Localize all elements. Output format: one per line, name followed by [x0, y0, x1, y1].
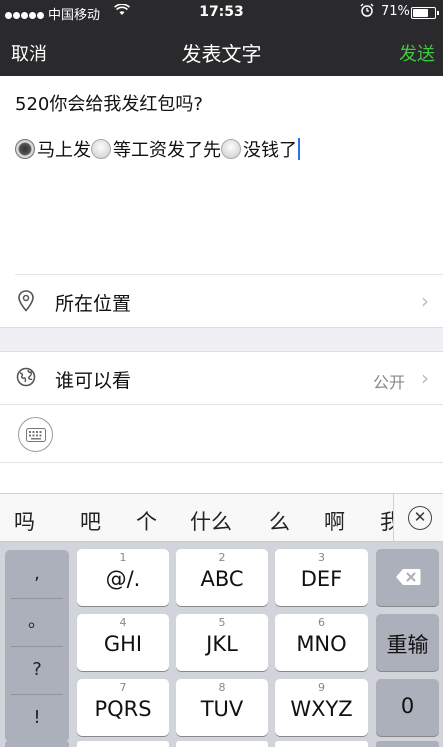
key-label: MNO	[296, 632, 347, 656]
key-label: 0	[400, 694, 415, 718]
punctuation-key[interactable]: ?	[5, 646, 69, 694]
key-label: PQRS	[94, 697, 152, 721]
option-text: 等工资发了先	[113, 140, 221, 161]
key-4[interactable]: 4 GHI	[77, 614, 169, 671]
candidate-word[interactable]: 个	[136, 506, 157, 536]
globe-icon	[16, 367, 36, 389]
candidate-bar: 吗 吧 个 什么 么 啊 我 ✕	[0, 493, 443, 543]
key-label: ABC	[200, 567, 244, 591]
key-number: 7	[119, 681, 127, 694]
key-6[interactable]: 6 MNO	[275, 614, 368, 671]
punctuation-key[interactable]: !	[5, 694, 69, 742]
battery-icon	[411, 7, 439, 19]
divider	[15, 274, 443, 275]
option-text: 没钱了	[243, 140, 297, 161]
key-8[interactable]: 8 TUV	[176, 679, 268, 736]
key-number: 2	[218, 551, 226, 564]
candidate-separator	[393, 494, 394, 543]
candidate-word[interactable]: 吧	[80, 506, 101, 536]
candidate-word[interactable]: 啊	[324, 506, 345, 536]
key-2[interactable]: 2 ABC	[176, 549, 268, 606]
key-number: 6	[318, 616, 325, 629]
punctuation-column: , 。 ? !	[5, 550, 69, 742]
key-number: 3	[318, 551, 325, 564]
candidate-word[interactable]: 吗	[14, 506, 35, 536]
post-text-input[interactable]: 520你会给我发红包吗? 马上发 等工资发了先 没钱了	[15, 90, 435, 162]
divider	[0, 462, 443, 463]
key-1[interactable]: 1 @/.	[77, 549, 169, 606]
alarm-clock-icon	[360, 3, 374, 21]
keyboard: , 。 ? ! 1 @/. 2 ABC 3 DEF 4 GHI 5 JKL 6 …	[0, 542, 443, 747]
keyboard-toggle-button[interactable]	[18, 417, 53, 452]
divider	[0, 404, 443, 405]
candidate-word[interactable]: 什么	[190, 506, 232, 536]
punctuation-key[interactable]: 。	[5, 598, 69, 646]
navigation-bar: 取消 发表文字 发送	[0, 26, 443, 76]
key-5[interactable]: 5 JKL	[176, 614, 268, 671]
clock: 17:53	[199, 4, 244, 20]
key-3[interactable]: 3 DEF	[275, 549, 368, 606]
radio-icon-selected	[15, 139, 35, 159]
key-7[interactable]: 7 PQRS	[77, 679, 169, 736]
section-gap	[0, 327, 443, 352]
visibility-label: 谁可以看	[55, 370, 132, 392]
location-row[interactable]: 所在位置 ›	[0, 276, 443, 326]
key-label: 重输	[386, 633, 429, 657]
text-cursor	[298, 138, 300, 160]
key-label: JKL	[206, 632, 238, 656]
visibility-value: 公开	[372, 373, 405, 392]
backspace-key[interactable]	[376, 549, 439, 606]
key-label: DEF	[300, 567, 343, 591]
options-line: 马上发 等工资发了先 没钱了	[15, 136, 435, 162]
radio-icon	[221, 139, 241, 159]
key-number: 9	[318, 681, 325, 694]
key-number: 5	[218, 616, 226, 629]
punctuation-key[interactable]: ,	[5, 550, 69, 598]
key-label: TUV	[200, 697, 244, 721]
backspace-icon	[396, 569, 421, 585]
candidate-word[interactable]: 我	[380, 506, 393, 536]
key-9[interactable]: 9 WXYZ	[275, 679, 368, 736]
retype-key[interactable]: 重输	[376, 614, 439, 671]
key-label: @/.	[105, 567, 141, 591]
battery-percent: 71%	[381, 4, 410, 19]
send-button[interactable]: 发送	[399, 40, 435, 66]
key-label: GHI	[103, 632, 143, 656]
key-number: 1	[119, 551, 127, 564]
radio-icon	[91, 139, 111, 159]
option-text: 马上发	[37, 140, 91, 161]
chevron-right-icon: ›	[421, 289, 429, 313]
page-title: 发表文字	[181, 42, 262, 66]
key-number: 8	[218, 681, 226, 694]
location-pin-icon	[16, 290, 36, 312]
next-key-row	[0, 741, 443, 747]
candidate-word[interactable]: 么	[269, 506, 290, 536]
visibility-row[interactable]: 谁可以看 公开 ›	[0, 353, 443, 403]
close-candidates-button[interactable]: ✕	[408, 506, 432, 530]
question-text: 520你会给我发红包吗?	[15, 94, 203, 115]
keyboard-icon	[26, 428, 46, 442]
chevron-right-icon: ›	[421, 366, 429, 390]
key-label: WXYZ	[290, 697, 353, 721]
status-bar: 中国移动 17:53 71%	[0, 0, 443, 26]
key-number: 4	[119, 616, 127, 629]
location-label: 所在位置	[55, 293, 132, 315]
zero-key[interactable]: 0	[376, 679, 439, 736]
